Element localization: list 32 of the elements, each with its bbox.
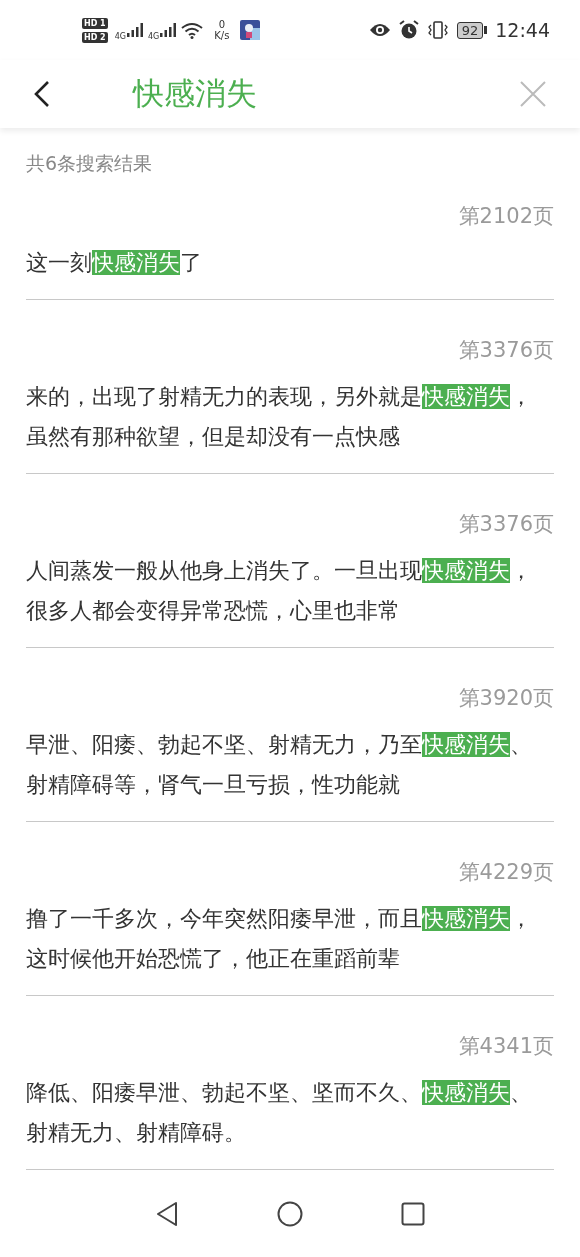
result-snippet[interactable]: 撸了一千多次，今年突然阳痿早泄，而且快感消失， 这时候他开始恐慌了，他正在重蹈前辈 bbox=[26, 899, 554, 979]
network-type: 4G bbox=[148, 31, 160, 41]
result-snippet[interactable]: 人间蒸发一般从他身上消失了。一旦出现快感消失， 很多人都会变得异常恐慌，心里也非常 bbox=[26, 551, 554, 631]
page-number: 第4229页 bbox=[457, 859, 554, 886]
sim-badge: HD 2 bbox=[82, 31, 108, 43]
signal-icon bbox=[160, 23, 177, 37]
page-number: 第3920页 bbox=[457, 685, 554, 712]
recents-nav-icon[interactable] bbox=[401, 1202, 425, 1226]
result-snippet[interactable]: 早泄、阳痿、勃起不坚、射精无力，乃至快感消失、 射精障碍等，肾气一旦亏损，性功能就 bbox=[26, 725, 554, 805]
page-number: 第4341页 bbox=[457, 1033, 554, 1060]
battery-level: 92 bbox=[456, 21, 484, 39]
result-snippet[interactable]: 降低、阳痿早泄、勃起不坚、坚而不久、快感消失、 射精无力、射精障碍。 bbox=[26, 1073, 554, 1153]
network-type: 4G bbox=[114, 31, 126, 41]
signal-icon bbox=[127, 23, 143, 37]
result-snippet[interactable]: 来的，出现了射精无力的表现，另外就是快感消失， 虽然有那种欲望，但是却没有一点快感 bbox=[26, 377, 554, 457]
wifi-icon bbox=[181, 21, 204, 39]
vibrate-icon bbox=[426, 21, 449, 39]
sim-badge: HD 1 bbox=[82, 17, 108, 29]
search-keyword-title: 快感消失 bbox=[133, 74, 257, 113]
page-number: 第2102页 bbox=[457, 203, 554, 230]
alarm-icon bbox=[398, 20, 419, 40]
back-nav-icon[interactable] bbox=[155, 1201, 179, 1227]
result-count: 共6条搜索结果 bbox=[26, 151, 154, 176]
app-notification-icon bbox=[240, 20, 261, 40]
result-snippet[interactable]: 这一刻快感消失了 bbox=[26, 243, 554, 283]
clock-time: 12:44 bbox=[495, 19, 550, 41]
speed-unit: K/s bbox=[214, 30, 230, 41]
page-number: 第3376页 bbox=[457, 511, 554, 538]
page-number: 第3376页 bbox=[457, 337, 554, 364]
eye-icon bbox=[368, 22, 391, 38]
home-nav-icon[interactable] bbox=[277, 1201, 303, 1227]
speed-value: 0 bbox=[218, 19, 226, 30]
